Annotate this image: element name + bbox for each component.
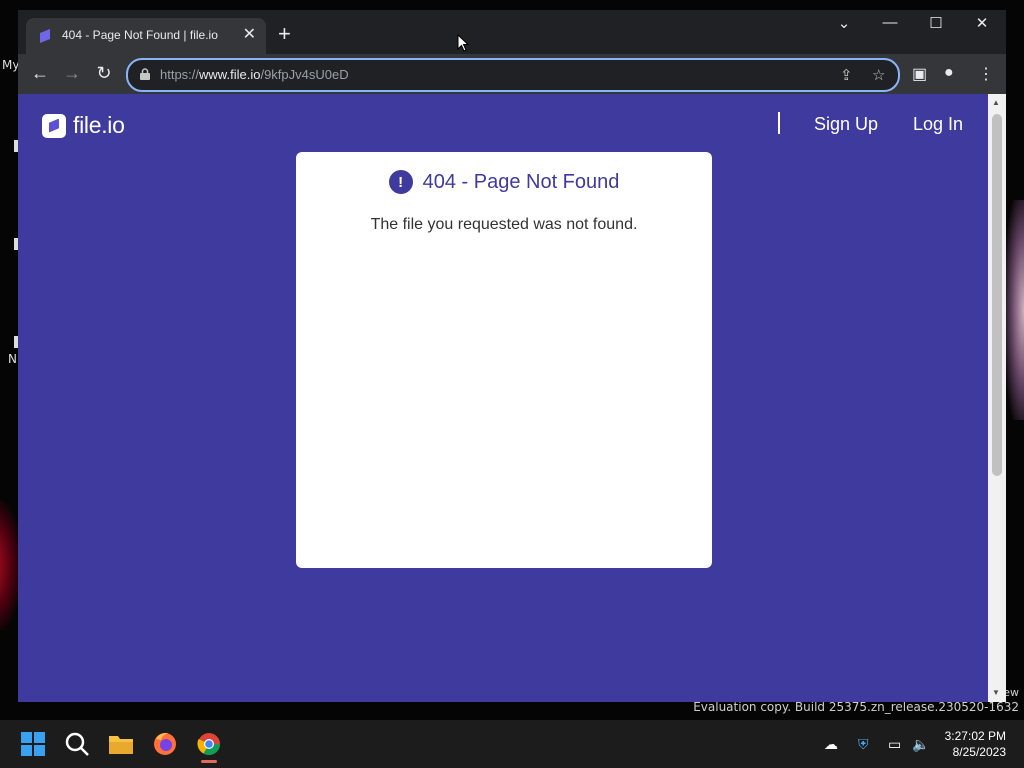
file-io-favicon-icon [40, 29, 50, 43]
scroll-thumb[interactable] [992, 114, 1002, 476]
url-path: /9kfpJv4sU0eD [260, 67, 349, 82]
tab-title: 404 - Page Not Found | file.io [62, 28, 218, 42]
page-viewport: file.io Sign Up Log In ! 404 - Page Not … [18, 94, 988, 702]
url-host: www.file.io [199, 67, 261, 82]
wallpaper-glow [0, 500, 20, 630]
error-card: ! 404 - Page Not Found The file you requ… [296, 152, 712, 568]
clock-time: 3:27:02 PM [944, 729, 1006, 743]
evaluation-watermark: Evaluation copy. Build 25375.zn_release.… [693, 700, 1019, 714]
mouse-cursor-icon [457, 34, 469, 52]
forward-button[interactable]: → [61, 64, 83, 82]
menu-icon[interactable]: ⋮ [978, 64, 994, 84]
share-icon[interactable]: ⇪ [840, 66, 853, 84]
volume-icon[interactable]: 🔈 [912, 736, 929, 753]
address-bar[interactable]: https://www.file.io/9kfpJv4sU0eD ⇪ ☆ [126, 58, 900, 92]
title-bar: 404 - Page Not Found | file.io ✕ + ⌄ — ☐… [18, 10, 1006, 54]
tab-search-icon[interactable]: ⌄ [824, 14, 864, 32]
sign-up-link[interactable]: Sign Up [814, 114, 878, 135]
nav-divider [778, 112, 780, 134]
taskbar: ☁ ⛨ ▭ 🔈 3:27:02 PM 8/25/2023 [0, 720, 1024, 768]
firefox-icon[interactable] [148, 727, 182, 761]
clock-date: 8/25/2023 [952, 745, 1006, 759]
page-scrollbar[interactable]: ▲ ▼ [988, 94, 1006, 702]
logo-text: file.io [73, 112, 125, 138]
error-heading: ! 404 - Page Not Found [296, 170, 712, 194]
new-tab-button[interactable]: + [278, 23, 291, 45]
site-logo[interactable]: file.io [42, 112, 125, 139]
search-icon[interactable] [60, 727, 94, 761]
lock-icon[interactable] [140, 68, 150, 80]
system-clock[interactable]: 3:27:02 PM 8/25/2023 [945, 728, 1006, 760]
browser-toolbar: ← → ↻ https://www.file.io/9kfpJv4sU0eD ⇪… [18, 54, 1006, 94]
profile-icon[interactable]: ● [944, 64, 954, 82]
defender-shield-icon[interactable]: ⛨ [858, 736, 869, 753]
close-window-button[interactable]: ✕ [962, 14, 1002, 32]
error-message: The file you requested was not found. [370, 216, 638, 233]
file-io-logo-icon [42, 113, 66, 138]
error-title: 404 - Page Not Found [422, 170, 620, 193]
tab-active[interactable]: 404 - Page Not Found | file.io ✕ [26, 18, 266, 54]
minimize-button[interactable]: — [870, 14, 910, 31]
side-panel-icon[interactable]: ▣ [912, 64, 927, 84]
back-button[interactable]: ← [29, 64, 51, 82]
maximize-button[interactable]: ☐ [916, 14, 956, 32]
bookmark-star-icon[interactable]: ☆ [872, 66, 885, 84]
browser-window: 404 - Page Not Found | file.io ✕ + ⌄ — ☐… [18, 10, 1006, 702]
url-scheme: https:// [160, 67, 200, 82]
windows-start-icon[interactable] [16, 727, 50, 761]
file-explorer-icon[interactable] [104, 727, 138, 761]
url-text[interactable]: https://www.file.io/9kfpJv4sU0eD [160, 67, 349, 82]
chrome-icon[interactable] [192, 727, 226, 761]
scroll-down-icon[interactable]: ▼ [992, 688, 1000, 697]
reload-button[interactable]: ↻ [93, 64, 115, 82]
alert-icon: ! [388, 170, 413, 194]
chrome-active-indicator [201, 760, 217, 763]
scroll-up-icon[interactable]: ▲ [992, 98, 1000, 107]
onedrive-icon[interactable]: ☁ [824, 736, 838, 753]
tab-close-icon[interactable]: ✕ [243, 27, 256, 43]
desktop-icon-label: N [8, 352, 17, 366]
network-icon[interactable]: ▭ [888, 736, 901, 753]
log-in-link[interactable]: Log In [913, 114, 963, 135]
desktop-icon-label: My [2, 58, 20, 72]
wallpaper-glow [1006, 200, 1024, 420]
